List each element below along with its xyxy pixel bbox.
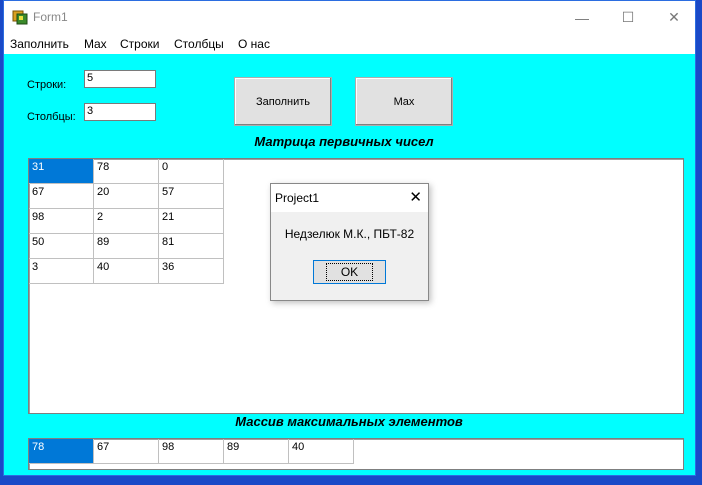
- menu-about[interactable]: О нас: [238, 37, 270, 51]
- about-dialog: Project1 ✕ Недзелюк М.К., ПБТ-82 OK: [270, 183, 429, 301]
- matrix-cell[interactable]: 21: [159, 209, 224, 234]
- menu-columns[interactable]: Столбцы: [174, 37, 224, 51]
- matrix-cell[interactable]: 67: [29, 184, 94, 209]
- matrix-cell[interactable]: 50: [29, 234, 94, 259]
- matrix-cell[interactable]: 3: [29, 259, 94, 284]
- matrix-cell[interactable]: 89: [94, 234, 159, 259]
- dialog-title-bar: Project1 ✕: [271, 184, 428, 212]
- max-array-cell[interactable]: 67: [94, 439, 159, 464]
- matrix-cell[interactable]: 98: [29, 209, 94, 234]
- matrix-cell[interactable]: 40: [94, 259, 159, 284]
- close-window-button[interactable]: ✕: [651, 1, 697, 34]
- dialog-close-button[interactable]: ✕: [409, 188, 422, 206]
- max-button[interactable]: Max: [355, 77, 453, 126]
- maximize-button[interactable]: ☐: [605, 1, 651, 34]
- matrix-cell[interactable]: 36: [159, 259, 224, 284]
- ok-button-label: OK: [325, 263, 374, 281]
- fill-button[interactable]: Заполнить: [234, 77, 332, 126]
- dialog-title: Project1: [275, 191, 320, 205]
- title-bar: Form1 — ☐ ✕: [4, 1, 695, 34]
- matrix-cell[interactable]: 2: [94, 209, 159, 234]
- max-array-cell[interactable]: 89: [224, 439, 289, 464]
- rows-label: Строки:: [27, 79, 67, 91]
- rows-input[interactable]: 5: [84, 70, 156, 88]
- window-title: Form1: [33, 10, 68, 24]
- max-array-grid[interactable]: 78 67 98 89 40: [28, 438, 684, 470]
- ok-button[interactable]: OK: [313, 260, 386, 284]
- matrix-caption: Матрица первичных чисел: [254, 134, 434, 149]
- max-array-caption: Массив максимальных элементов: [235, 414, 463, 429]
- columns-input[interactable]: 3: [84, 103, 156, 121]
- matrix-cell[interactable]: 20: [94, 184, 159, 209]
- matrix-cell[interactable]: 31: [29, 159, 94, 184]
- matrix-cell[interactable]: 0: [159, 159, 224, 184]
- menu-rows[interactable]: Строки: [120, 37, 159, 51]
- app-icon: [12, 10, 28, 25]
- menu-bar: Заполнить Max Строки Столбцы О нас: [4, 34, 695, 54]
- menu-max[interactable]: Max: [84, 37, 107, 51]
- max-array-cell[interactable]: 98: [159, 439, 224, 464]
- columns-label: Столбцы:: [27, 111, 76, 123]
- matrix-cell[interactable]: 78: [94, 159, 159, 184]
- max-array-cell[interactable]: 78: [29, 439, 94, 464]
- max-array-cell[interactable]: 40: [289, 439, 354, 464]
- minimize-button[interactable]: —: [559, 1, 605, 34]
- dialog-message: Недзелюк М.К., ПБТ-82: [284, 227, 415, 241]
- matrix-cell[interactable]: 81: [159, 234, 224, 259]
- menu-fill[interactable]: Заполнить: [10, 37, 69, 51]
- matrix-cell[interactable]: 57: [159, 184, 224, 209]
